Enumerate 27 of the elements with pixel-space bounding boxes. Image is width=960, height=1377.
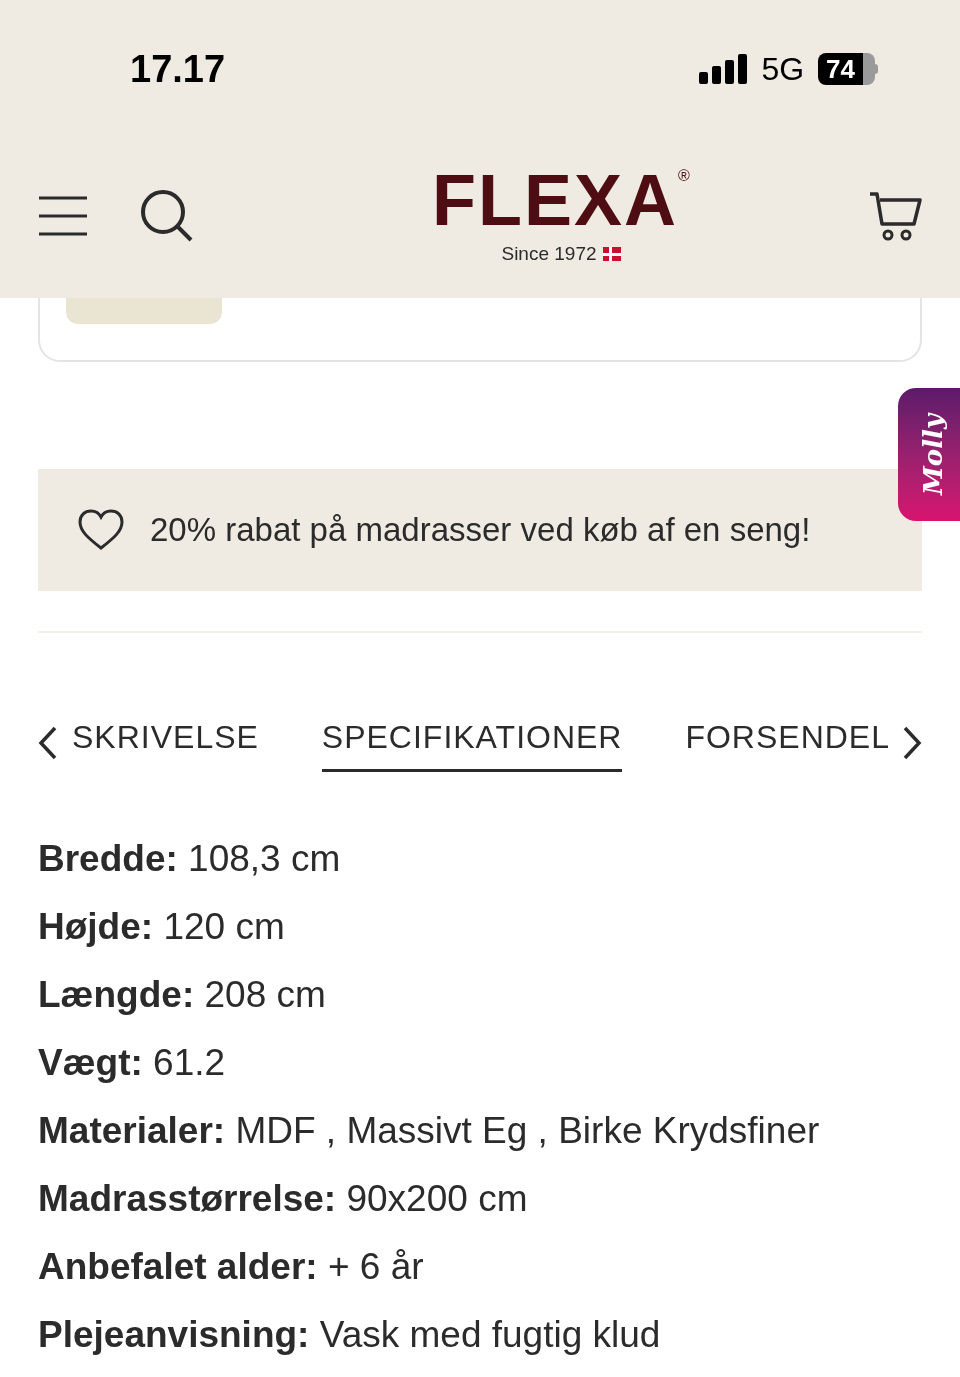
spec-line: Anbefalet alder: + 6 år [38,1245,425,1289]
cart-icon[interactable] [868,191,922,241]
search-icon[interactable] [140,189,194,243]
promo-text: 20% rabat på madrasser ved køb af en seng! [150,510,811,551]
status-time: 17.17 [130,46,226,92]
tab[interactable]: FORSENDEL [685,713,890,772]
spec-line: Bredde: 108,3 cm [38,837,342,881]
chevron-right-icon[interactable] [902,725,922,760]
spec-line: Længde: 208 cm [38,973,327,1017]
spec-line: Materialer: MDF , Massivt Eg , Birke Krydsfiner [38,1109,821,1153]
tab[interactable]: SKRIVELSE [72,713,259,772]
signal-icon [699,54,748,84]
battery-indicator: 74 [818,53,878,85]
spec-line: Plejeanvisning: Vask med fugtig klud [38,1313,662,1357]
network-label: 5G [761,50,805,89]
heart-icon [78,509,124,551]
menu-icon[interactable] [38,195,88,237]
spec-line: Madrasstørrelse: 90x200 cm [38,1177,529,1221]
tab[interactable]: SPECIFIKATIONER [321,713,623,772]
chevron-left-icon[interactable] [38,725,58,760]
chat-tab[interactable]: Molly [898,388,960,521]
logo[interactable]: FLEXA [432,163,679,236]
spec-line: Vægt: 61.2 [38,1041,227,1085]
spec-line: Højde: 120 cm [38,905,286,949]
flag-icon [602,247,621,261]
tagline: Since 1972 [501,241,597,266]
registered-mark: ® [678,165,690,184]
